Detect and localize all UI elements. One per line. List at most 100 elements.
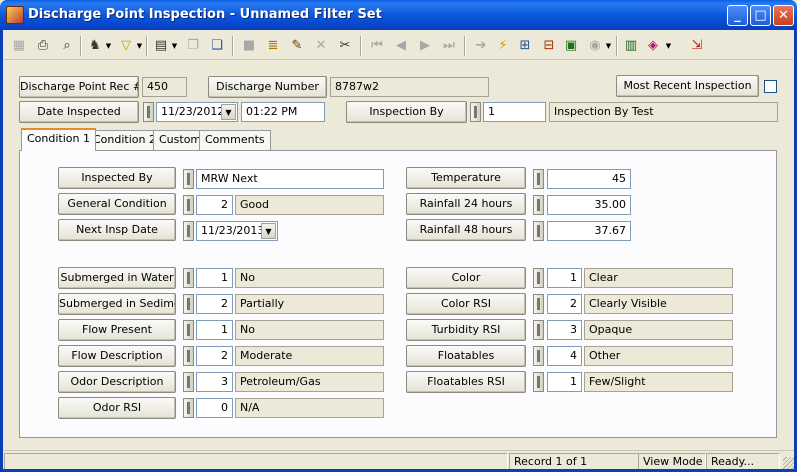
lock-icon[interactable] (183, 398, 194, 418)
submerged-water-button[interactable]: Submerged in Water (58, 267, 176, 289)
inspection-by-name-field: Inspection By Test (549, 102, 778, 122)
tab-condition-1[interactable]: Condition 1 (21, 128, 96, 151)
odor-rsi-button[interactable]: Odor RSI (58, 397, 176, 419)
inspected-by-button[interactable]: Inspected By (58, 167, 176, 189)
lock-icon[interactable] (183, 294, 194, 314)
binoculars-dropdown-icon[interactable]: ▼ (104, 35, 113, 57)
preview-icon[interactable]: ⌕ (56, 35, 78, 57)
lock-icon[interactable] (533, 320, 544, 340)
lock-icon[interactable] (183, 221, 194, 241)
lock-icon[interactable] (183, 268, 194, 288)
color-button[interactable]: Color (406, 267, 526, 289)
inspection-by-code-field[interactable]: 1 (483, 102, 546, 122)
next-insp-date-value: 11/23/2013 (201, 224, 265, 237)
flow-description-button[interactable]: Flow Description (58, 345, 176, 367)
form-dropdown-icon[interactable]: ▼ (170, 35, 179, 57)
color-code-field[interactable]: 1 (547, 268, 582, 288)
globe-dropdown-icon[interactable]: ▼ (604, 35, 613, 57)
duplicate-icon[interactable]: ❏ (206, 35, 228, 57)
lock-icon[interactable] (533, 195, 544, 215)
calculator-icon[interactable]: ▥ (620, 35, 642, 57)
submerged-sediment-code-field[interactable]: 2 (196, 294, 233, 314)
lock-icon[interactable] (183, 372, 194, 392)
discharge-number-field: 8787w2 (330, 77, 489, 97)
goto-icon[interactable]: ➔ (470, 35, 492, 57)
stop-icon[interactable]: ■ (238, 35, 260, 57)
next-insp-date-combo[interactable]: 11/23/2013 ▼ (196, 221, 278, 241)
general-condition-code-field[interactable]: 2 (196, 195, 233, 215)
next-record-icon[interactable]: ▶ (414, 35, 436, 57)
turbidity-rsi-code-field[interactable]: 3 (547, 320, 582, 340)
rainfall-24-field[interactable]: 35.00 (547, 195, 631, 215)
form-icon[interactable]: ▤ (150, 35, 172, 57)
lock-icon[interactable] (183, 195, 194, 215)
grid-icon[interactable]: ▦ (8, 35, 30, 57)
color-rsi-button[interactable]: Color RSI (406, 293, 526, 315)
most-recent-inspection-button[interactable]: Most Recent Inspection (616, 75, 759, 97)
exit-icon[interactable]: ⇲ (686, 35, 708, 57)
general-condition-button[interactable]: General Condition (58, 193, 176, 215)
lock-icon[interactable] (183, 346, 194, 366)
close-button[interactable]: ✕ (773, 5, 794, 26)
tab-condition-2[interactable]: Condition 2 (87, 130, 162, 150)
book-icon[interactable]: ◈ (642, 35, 664, 57)
globe-icon[interactable]: ◉ (584, 35, 606, 57)
tree-icon[interactable]: ⊞ (514, 35, 536, 57)
lock-icon[interactable] (533, 169, 544, 189)
odor-description-code-field[interactable]: 3 (196, 372, 233, 392)
maximize-button[interactable]: □ (750, 5, 771, 26)
binoculars-icon[interactable]: ♞ (84, 35, 106, 57)
cut-icon[interactable]: ✂ (334, 35, 356, 57)
date-inspected-combo[interactable]: 11/23/2012 ▼ (156, 102, 238, 122)
lock-icon[interactable] (183, 320, 194, 340)
first-record-icon[interactable]: ⏮ (366, 35, 388, 57)
lock-icon[interactable] (183, 169, 194, 189)
copy-icon[interactable]: ❐ (182, 35, 204, 57)
delete-icon[interactable]: ✕ (310, 35, 332, 57)
color-rsi-code-field[interactable]: 2 (547, 294, 582, 314)
lock-icon[interactable] (533, 372, 544, 392)
edit-pencil-icon[interactable]: ✎ (286, 35, 308, 57)
flow-present-code-field[interactable]: 1 (196, 320, 233, 340)
inspection-by-button[interactable]: Inspection By (346, 101, 467, 123)
network-icon[interactable]: ⊟ (538, 35, 560, 57)
chevron-down-icon[interactable]: ▼ (261, 223, 276, 239)
inspected-by-field[interactable]: MRW Next (196, 169, 384, 189)
odor-rsi-code-field[interactable]: 0 (196, 398, 233, 418)
odor-description-button[interactable]: Odor Description (58, 371, 176, 393)
map-icon[interactable]: ▣ (560, 35, 582, 57)
flow-description-code-field[interactable]: 2 (196, 346, 233, 366)
lock-icon[interactable] (533, 346, 544, 366)
lock-icon[interactable] (143, 102, 154, 122)
lock-icon[interactable] (533, 268, 544, 288)
lock-icon[interactable] (533, 294, 544, 314)
date-inspected-button[interactable]: Date Inspected (19, 101, 139, 123)
print-icon[interactable]: ⎙ (32, 35, 54, 57)
chevron-down-icon[interactable]: ▼ (221, 104, 236, 120)
stack-icon[interactable]: ≣ (262, 35, 284, 57)
turbidity-rsi-button[interactable]: Turbidity RSI (406, 319, 526, 341)
submerged-water-code-field[interactable]: 1 (196, 268, 233, 288)
resize-grip-icon[interactable] (783, 457, 795, 469)
temperature-field[interactable]: 45 (547, 169, 631, 189)
floatables-rsi-code-field[interactable]: 1 (547, 372, 582, 392)
most-recent-checkbox[interactable] (764, 80, 777, 93)
next-insp-date-button[interactable]: Next Insp Date (58, 219, 176, 241)
floatables-rsi-button[interactable]: Floatables RSI (406, 371, 526, 393)
lock-icon[interactable] (470, 102, 481, 122)
lightning-icon[interactable]: ⚡ (492, 35, 514, 57)
rainfall-48-field[interactable]: 37.67 (547, 221, 631, 241)
submerged-sediment-button[interactable]: Submerged in Sediment (58, 293, 176, 315)
filter-dropdown-icon[interactable]: ▼ (135, 35, 144, 57)
flow-present-button[interactable]: Flow Present (58, 319, 176, 341)
prev-record-icon[interactable]: ◀ (390, 35, 412, 57)
time-inspected-field[interactable]: 01:22 PM (241, 102, 325, 122)
lock-icon[interactable] (533, 221, 544, 241)
last-record-icon[interactable]: ⏭ (438, 35, 460, 57)
floatables-button[interactable]: Floatables (406, 345, 526, 367)
minimize-button[interactable]: _ (727, 5, 748, 26)
tab-comments[interactable]: Comments (199, 130, 271, 150)
book-dropdown-icon[interactable]: ▼ (664, 35, 673, 57)
filter-icon[interactable]: ▽ (115, 35, 137, 57)
floatables-code-field[interactable]: 4 (547, 346, 582, 366)
